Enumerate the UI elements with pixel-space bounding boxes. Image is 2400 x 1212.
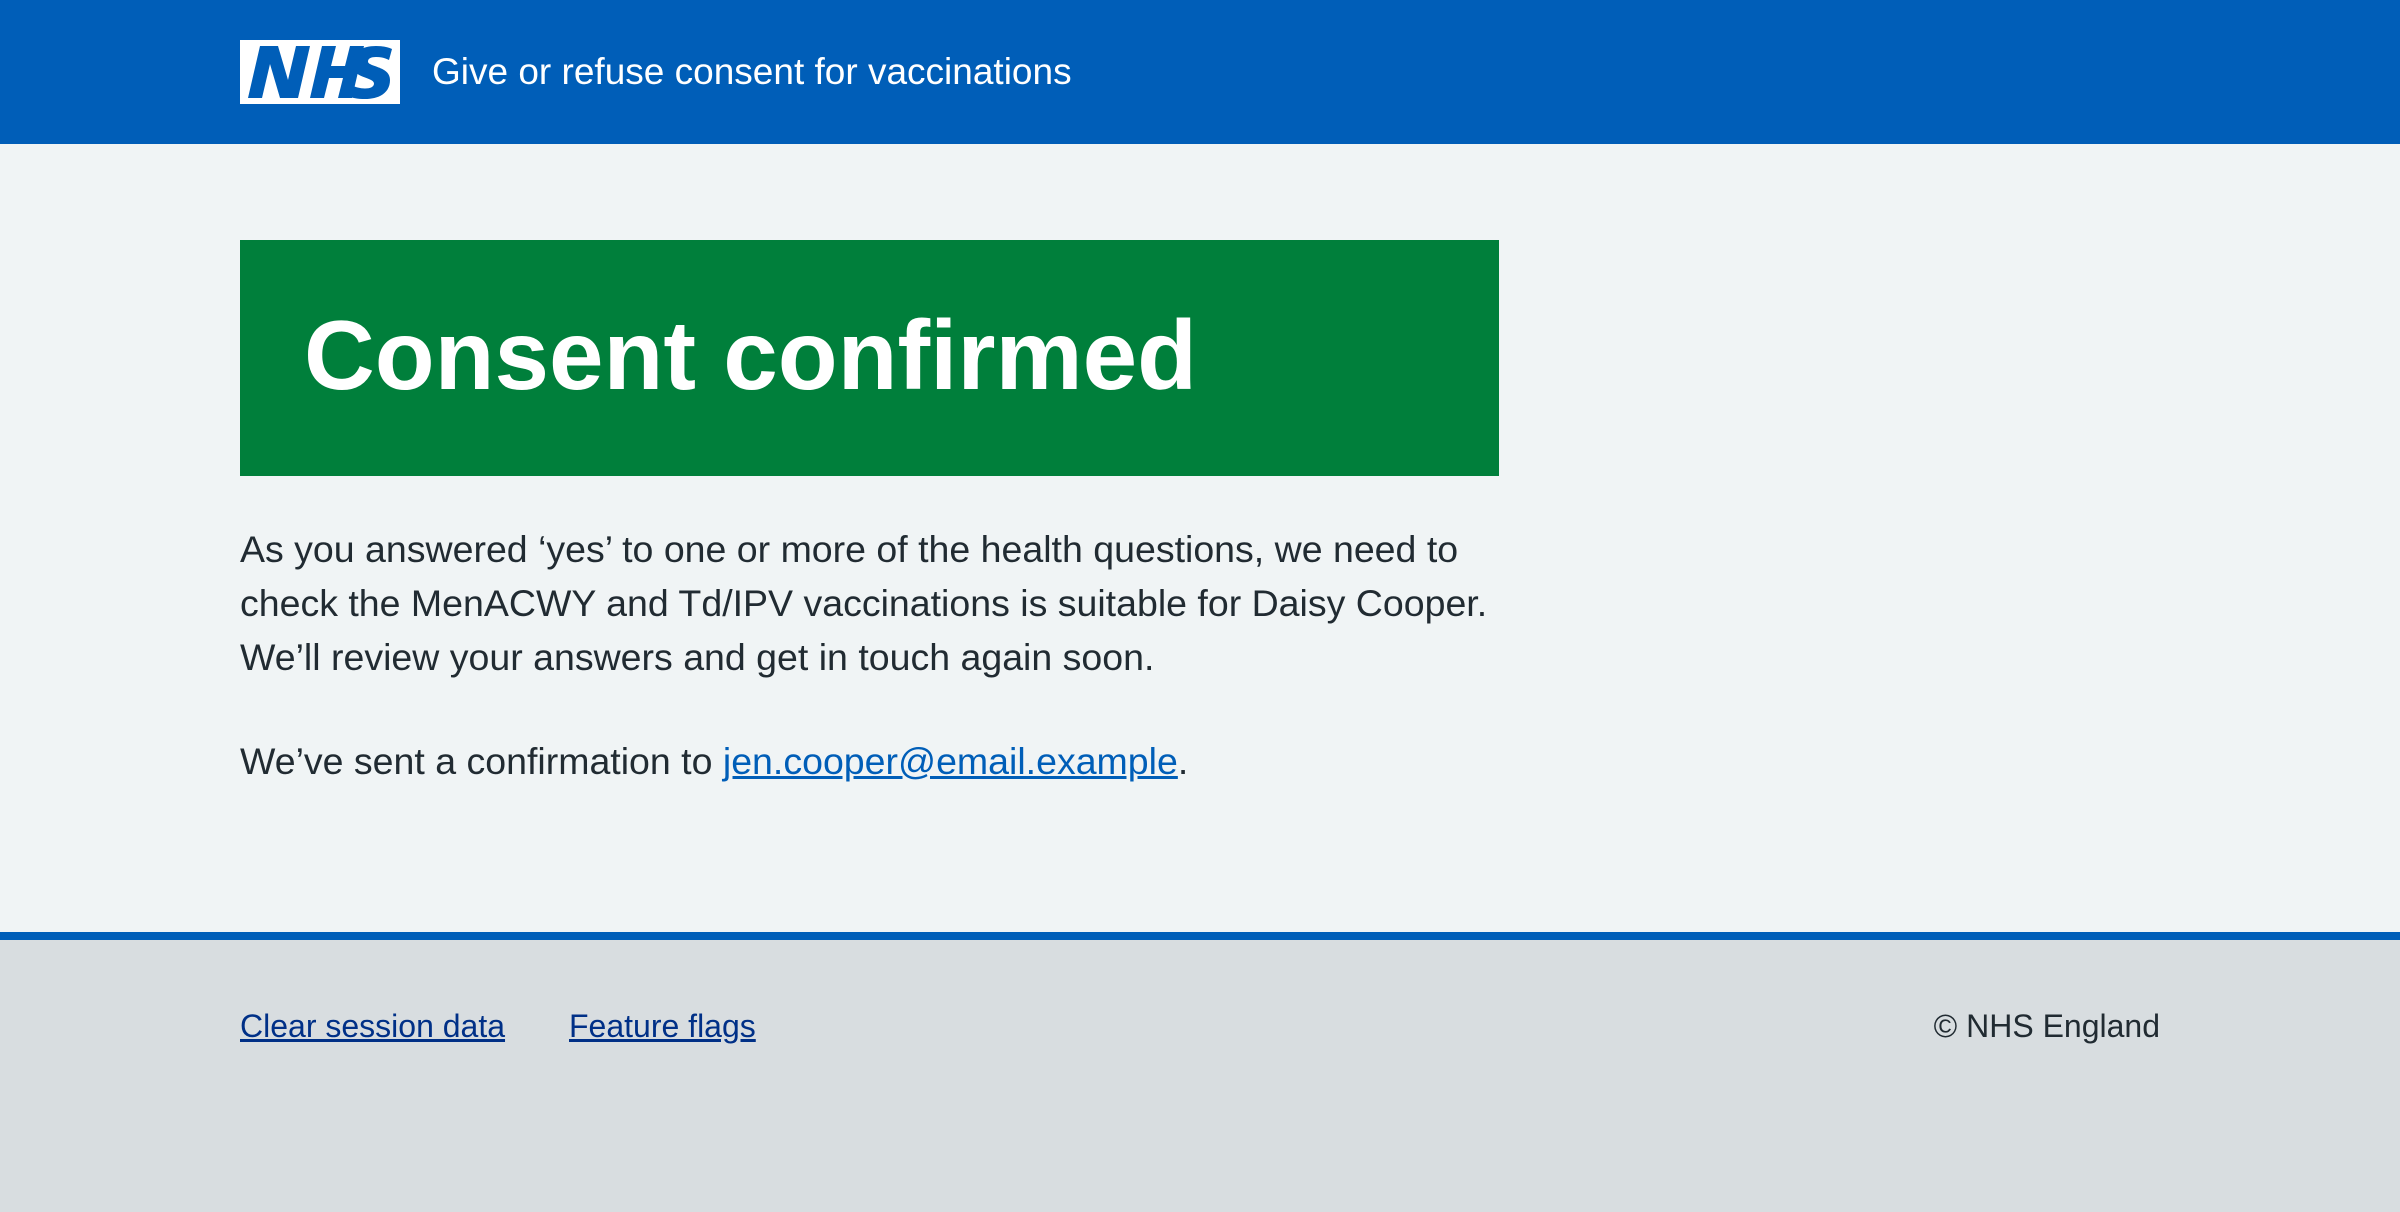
- confirmation-message: We’ve sent a confirmation to jen.cooper@…: [240, 734, 1640, 788]
- service-name[interactable]: Give or refuse consent for vaccinations: [432, 44, 1072, 100]
- site-footer: Clear session data Feature flags © NHS E…: [0, 940, 2400, 1212]
- nhs-logo-icon: [240, 40, 400, 104]
- health-questions-message: As you answered ‘yes’ to one or more of …: [240, 528, 1488, 678]
- copyright: © NHS England: [1933, 1008, 2160, 1044]
- footer-divider: [0, 932, 2400, 940]
- panel-title: Consent confirmed: [304, 300, 1197, 410]
- main-content: Consent confirmed As you answered ‘yes’ …: [0, 144, 2400, 932]
- confirmation-email-link[interactable]: jen.cooper@email.example: [723, 740, 1178, 782]
- confirmation-panel: Consent confirmed: [240, 240, 1499, 476]
- clear-session-data-link[interactable]: Clear session data: [240, 1006, 505, 1046]
- nhs-logo[interactable]: [240, 40, 400, 104]
- feature-flags-link[interactable]: Feature flags: [569, 1006, 756, 1046]
- confirmation-suffix: .: [1177, 740, 1189, 782]
- site-header: Give or refuse consent for vaccinations: [0, 0, 2400, 144]
- confirmation-prefix: We’ve sent a confirmation to: [240, 740, 723, 782]
